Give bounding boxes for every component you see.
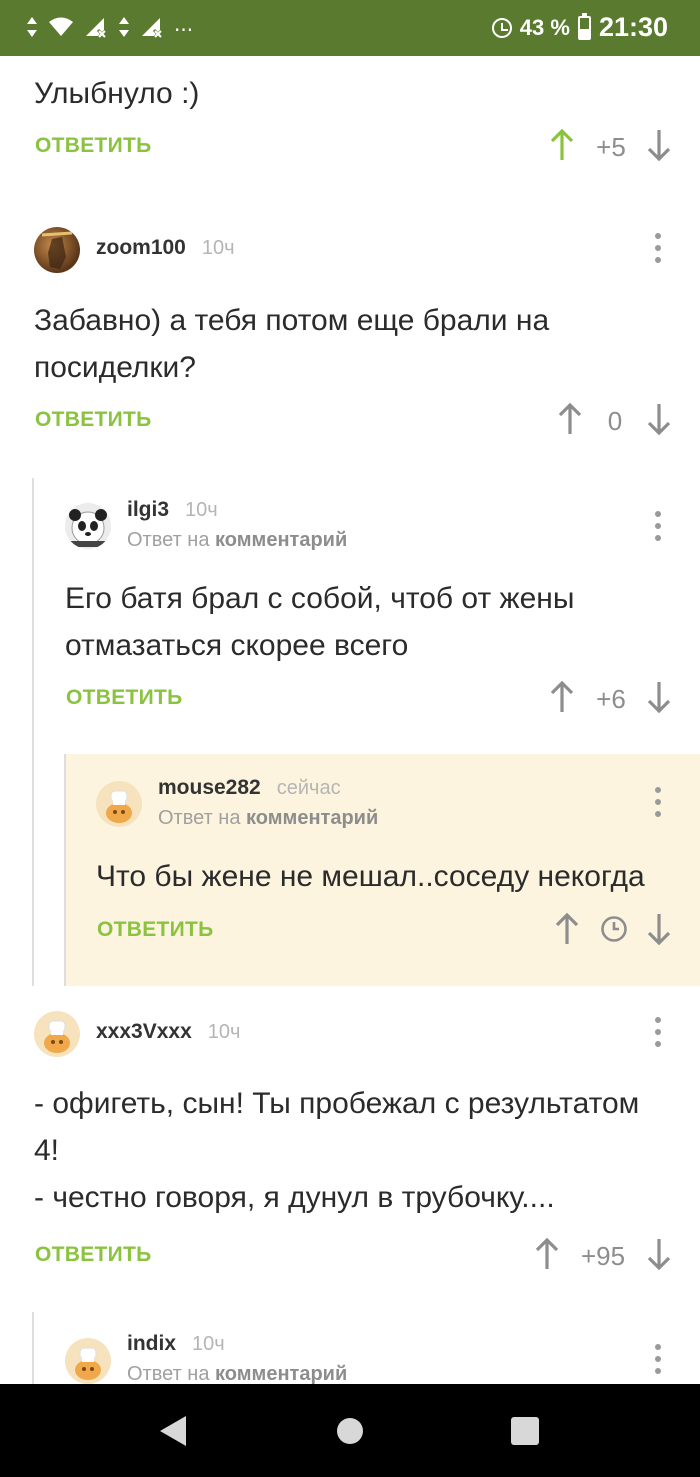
username[interactable]: zoom100 [96,236,186,260]
avatar[interactable] [65,1338,111,1384]
comment-text-line: Что бы жене не мешал..соседу некогда [96,860,645,893]
upvote-icon[interactable] [554,912,580,946]
username[interactable]: mouse282 [158,776,261,800]
data-arrows-icon [26,16,38,43]
comment-score: 0 [607,406,623,436]
comment-text-line: посиделки? [34,351,196,384]
signal-x-icon [84,16,108,43]
more-options-icon[interactable] [654,1017,662,1047]
reply-to-target[interactable]: комментарий [215,1363,347,1384]
reply-to-prefix: Ответ на [158,807,241,829]
status-icons-right: 43 % 21:30 [491,12,668,43]
reply-to-target[interactable]: комментарий [246,807,378,829]
reply-button[interactable]: ОТВЕТИТЬ [35,1243,152,1267]
more-options-icon[interactable] [654,511,662,541]
reply-to-target[interactable]: комментарий [215,529,347,551]
comment-score: +5 [596,132,626,162]
more-icon: ··· [174,17,194,42]
comment-text-line: Забавно) а тебя потом еще брали на [34,304,550,337]
comment-time: 10ч [207,1021,241,1043]
comment-time: 10ч [201,237,235,259]
signal-x-icon [140,16,164,43]
comment-text: Улыбнуло :) [34,77,200,110]
avatar[interactable] [96,781,142,827]
reply-button[interactable]: ОТВЕТИТЬ [35,134,152,158]
comment-time: сейчас [276,777,341,799]
clock-icon [600,915,628,948]
reply-to-link[interactable]: Ответ на комментарий [127,1363,347,1384]
upvote-icon[interactable] [534,1237,560,1271]
downvote-icon[interactable] [646,912,672,946]
comment-time: 10ч [192,1333,225,1355]
more-options-icon[interactable] [654,1344,662,1374]
comments-list: Улыбнуло :) ОТВЕТИТЬ +5 zoom100 10ч Заба… [0,56,700,1384]
clock-time: 21:30 [598,12,668,42]
username[interactable]: ilgi3 [127,498,169,522]
upvote-icon[interactable] [549,680,575,714]
downvote-icon[interactable] [646,402,672,436]
alarm-icon [491,17,512,38]
reply-to-prefix: Ответ на [127,529,210,551]
battery-percent: 43 % [519,14,570,40]
reply-to-link[interactable]: Ответ на комментарий [158,807,378,830]
comment-text-line: - офигеть, сын! Ты пробежал с результато… [34,1087,640,1120]
avatar[interactable] [34,227,80,273]
more-options-icon[interactable] [654,787,662,817]
reply-to-link[interactable]: Ответ на комментарий [127,529,347,552]
home-icon[interactable] [336,1417,364,1450]
comment-text-line: Его батя брал с собой, чтоб от жены [65,582,575,615]
thread-line [64,754,66,986]
thread-line [32,1312,34,1384]
status-bar: ··· 43 % 21:30 [0,0,700,56]
upvote-icon[interactable] [557,402,583,436]
reply-button[interactable]: ОТВЕТИТЬ [66,686,183,710]
data-arrows-icon [118,16,130,43]
username[interactable]: xxx3Vxxx [96,1020,192,1044]
battery-icon [577,12,591,40]
recents-icon[interactable] [511,1417,539,1450]
more-options-icon[interactable] [654,233,662,263]
comment-text-line: 4! [34,1134,60,1167]
reply-button[interactable]: ОТВЕТИТЬ [35,408,152,432]
comment-text-line: - честно говоря, я дунул в трубочку.... [34,1181,555,1214]
comment-time: 10ч [185,499,218,521]
downvote-icon[interactable] [646,1237,672,1271]
comment-score: +6 [596,684,626,714]
reply-button[interactable]: ОТВЕТИТЬ [97,918,214,942]
username[interactable]: indix [127,1332,176,1356]
thread-line [32,478,34,986]
wifi-icon [48,17,74,42]
avatar[interactable] [34,1011,80,1057]
downvote-icon[interactable] [646,128,672,162]
back-icon[interactable] [159,1415,187,1452]
reply-to-prefix: Ответ на [127,1363,210,1384]
navigation-bar [0,1384,700,1477]
upvote-icon[interactable] [549,128,575,162]
comment-score: +95 [580,1241,626,1271]
status-icons-left: ··· [26,16,193,43]
avatar[interactable] [65,503,111,549]
comment-text-line: отмазаться скорее всего [65,629,409,662]
downvote-icon[interactable] [646,680,672,714]
